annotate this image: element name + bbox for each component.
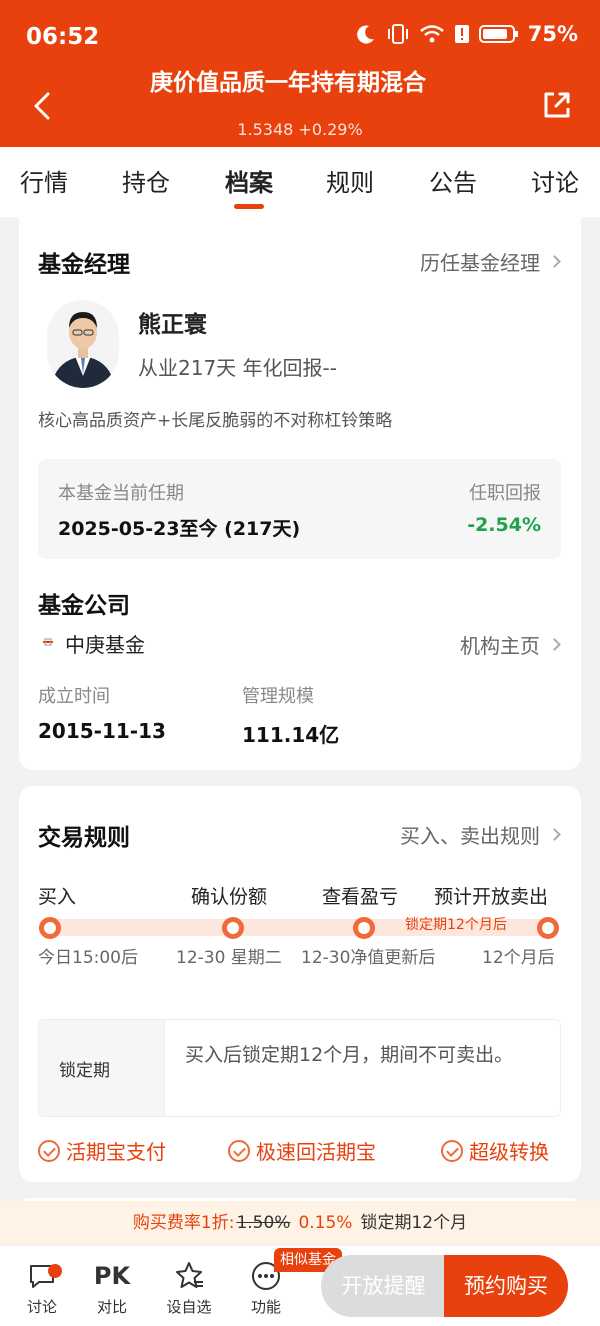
bottom-discuss-button[interactable]: 讨论 (12, 1260, 72, 1317)
alert-icon (454, 25, 469, 43)
chevron-right-icon (548, 255, 561, 268)
moon-icon (356, 25, 374, 44)
feature-convert: 超级转换 (441, 1136, 549, 1165)
fee-old-rate: 1.50% (236, 1213, 291, 1233)
step-sell-sub: 12个月后 (482, 948, 555, 968)
lock-period-tag: 锁定期12个月后 (405, 917, 507, 933)
feature-pay-label: 活期宝支付 (66, 1140, 166, 1164)
tenure-label: 本基金当前任期 (58, 483, 184, 504)
tab-bar: 行情 持仓 档案 规则 公告 讨论 (0, 147, 600, 217)
status-time: 06:52 (26, 24, 100, 50)
founded-label: 成立时间 (38, 686, 110, 707)
step-confirm-sub: 12-30 星期二 (176, 948, 282, 968)
tenure-return-value: -2.54% (467, 514, 541, 536)
timeline-dot (222, 917, 244, 939)
step-profit-sub: 12-30净值更新后 (301, 948, 436, 968)
feature-pay: 活期宝支付 (38, 1136, 166, 1165)
founded-value: 2015-11-13 (38, 719, 166, 743)
fee-new-rate: 0.15% (298, 1213, 353, 1233)
check-icon (441, 1139, 463, 1162)
lock-period-label: 锁定期 (59, 1061, 110, 1081)
step-buy-label: 买入 (38, 886, 77, 908)
past-managers-link[interactable]: 历任基金经理 (420, 247, 561, 276)
step-sell-label: 预计开放卖出 (434, 886, 549, 908)
lock-period-box: 锁定期 买入后锁定期12个月，期间不可卖出。 (38, 1019, 561, 1117)
nav-change: 1.5348 +0.29% (237, 120, 363, 139)
tab-rules[interactable]: 规则 (310, 163, 390, 198)
buy-sell-rules-link[interactable]: 买入、卖出规则 (400, 820, 561, 849)
bottom-function-label: 功能 (250, 1298, 281, 1316)
battery-level: 75% (527, 22, 578, 46)
bottom-compare-button[interactable]: PK 对比 (82, 1260, 142, 1317)
battery-icon (478, 25, 518, 43)
bottom-bar: 讨论 PK 对比 设自选 功能 相似基金 开放提醒 预约购买 (0, 1245, 600, 1326)
timeline-dot (39, 917, 61, 939)
manager-card: 基金经理 历任基金经理 熊正寰 从业217天 年化回报-- 核心高品质资产+长尾… (19, 217, 581, 770)
star-icon (176, 1262, 203, 1288)
company-name[interactable]: 中庚基金 (65, 629, 145, 658)
past-managers-label: 历任基金经理 (420, 251, 540, 275)
feature-fast-return: 极速回活期宝 (228, 1136, 376, 1165)
bottom-watchlist-label: 设自选 (166, 1298, 212, 1316)
trade-section-title: 交易规则 (38, 825, 130, 851)
tab-profile[interactable]: 档案 (209, 163, 289, 198)
manager-photo (47, 300, 119, 388)
tenure-return-label: 任职回报 (469, 483, 541, 504)
fee-lock-period: 锁定期12个月 (360, 1213, 468, 1233)
bottom-compare-label: 对比 (96, 1298, 127, 1316)
open-reminder-button[interactable]: 开放提醒 (321, 1255, 446, 1317)
back-button[interactable] (28, 88, 58, 124)
bottom-discuss-label: 讨论 (26, 1298, 57, 1316)
manager-info: 从业217天 年化回报-- (138, 356, 337, 380)
tab-market[interactable]: 行情 (4, 163, 84, 198)
avatar[interactable] (47, 300, 119, 388)
manager-name[interactable]: 熊正寰 (138, 305, 207, 339)
company-section-title: 基金公司 (38, 593, 130, 619)
lock-period-header: 锁定期 (39, 1020, 165, 1116)
timeline-dot (537, 917, 559, 939)
back-icon (34, 92, 50, 120)
tab-indicator (234, 204, 264, 209)
fee-prefix: 购买费率1折: (132, 1213, 235, 1233)
tab-holdings[interactable]: 持仓 (106, 163, 186, 198)
manager-strategy: 核心高品质资产+长尾反脆弱的不对称杠铃策略 (38, 411, 393, 431)
step-buy-sub: 今日15:00后 (38, 948, 138, 968)
step-confirm-label: 确认份额 (191, 886, 268, 908)
feature-fast-return-label: 极速回活期宝 (256, 1140, 376, 1164)
share-icon (544, 92, 570, 118)
header: 06:52 75% 庚价值品质一年持有期混合 1.5348 +0.29% (0, 0, 600, 147)
institution-home-link[interactable]: 机构主页 (460, 630, 561, 659)
status-icons: 75% (355, 22, 578, 46)
fee-bar: 购买费率1折: 1.50% 0.15% 锁定期12个月 (0, 1201, 600, 1245)
manager-section-title: 基金经理 (38, 252, 130, 278)
buy-sell-rules-label: 买入、卖出规则 (400, 824, 540, 848)
bottom-watchlist-button[interactable]: 设自选 (159, 1260, 219, 1317)
chevron-right-icon (548, 828, 561, 841)
fund-title: 庚价值品质一年持有期混合 (150, 70, 426, 96)
reserve-buy-button[interactable]: 预约购买 (444, 1255, 568, 1317)
pk-icon: PK (93, 1262, 131, 1290)
vibrate-icon (387, 24, 408, 44)
scale-label: 管理规模 (242, 686, 314, 707)
lock-period-text: 买入后锁定期12个月，期间不可卖出。 (185, 1044, 514, 1066)
chevron-right-icon (548, 638, 561, 651)
check-icon (38, 1139, 60, 1162)
tab-discussion[interactable]: 讨论 (515, 163, 595, 198)
wifi-icon (419, 25, 444, 43)
tab-announcements[interactable]: 公告 (413, 163, 493, 198)
timeline-dot (353, 917, 375, 939)
institution-home-label: 机构主页 (460, 634, 540, 658)
feature-convert-label: 超级转换 (469, 1140, 549, 1164)
step-profit-label: 查看盈亏 (322, 886, 399, 908)
trade-rules-card: 交易规则 买入、卖出规则 买入 确认份额 查看盈亏 预计开放卖出 锁定期12个月… (19, 786, 581, 1182)
scale-value: 111.14亿 (242, 723, 340, 747)
tenure-box: 本基金当前任期 任职回报 2025-05-23至今 (217天) -2.54% (38, 459, 561, 559)
notification-dot (48, 1264, 62, 1278)
check-icon (228, 1139, 250, 1162)
company-logo-icon (43, 638, 53, 646)
tenure-value: 2025-05-23至今 (217天) (58, 518, 301, 540)
share-button[interactable] (540, 88, 574, 122)
